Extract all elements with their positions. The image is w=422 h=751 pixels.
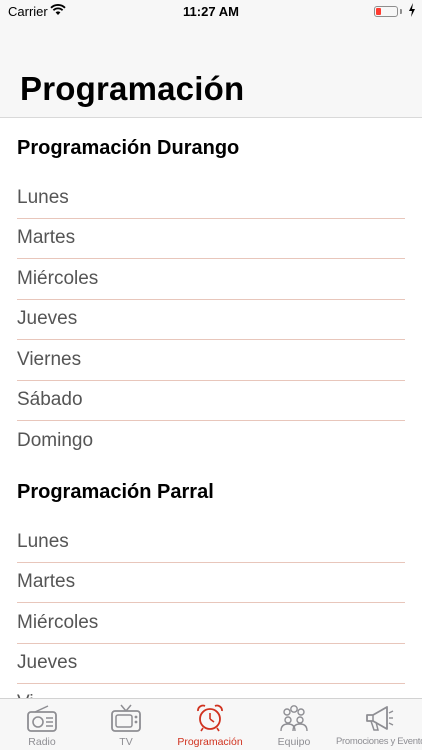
tab-tv[interactable]: TV — [84, 699, 168, 751]
list-item-durango-sabado[interactable]: Sábado — [0, 381, 422, 421]
list-item-label: Jueves — [17, 652, 78, 673]
megaphone-icon — [366, 706, 394, 731]
tab-equipo[interactable]: Equipo — [252, 699, 336, 751]
navigation-bar: Programación — [0, 24, 422, 118]
tab-label: Radio — [28, 736, 56, 748]
section-header-parral: Programación Parral — [17, 481, 214, 503]
list-item-label: Viernes — [17, 349, 82, 370]
alarm-clock-icon — [197, 704, 223, 732]
list-item-parral-jueves[interactable]: Jueves — [0, 644, 422, 684]
list-item-durango-domingo[interactable]: Domingo — [0, 422, 422, 462]
tab-label: Equipo — [277, 736, 311, 748]
list-item-parral-martes[interactable]: Martes — [0, 563, 422, 603]
status-bar: Carrier 11:27 AM — [0, 0, 422, 24]
tab-label: Programación — [177, 736, 243, 748]
tab-radio[interactable]: Radio — [0, 699, 84, 751]
list-item-parral-viernes[interactable]: Vi — [0, 684, 422, 698]
list-item-label: Sábado — [17, 389, 83, 410]
section-header-durango: Programación Durango — [17, 137, 240, 159]
list-item-label: Lunes — [17, 187, 69, 208]
clock-time: 11:27 AM — [183, 4, 239, 19]
charging-bolt-icon — [409, 3, 415, 17]
list-item-durango-miercoles[interactable]: Miércoles — [0, 260, 422, 300]
list-item-label: Lunes — [17, 531, 69, 552]
tab-bar: Radio TV Programación Equipo Promociones… — [0, 698, 422, 750]
tab-label: TV — [119, 736, 133, 748]
schedule-list[interactable]: Programación Durango Lunes Martes Miérco… — [0, 118, 422, 698]
team-icon — [280, 705, 308, 732]
tab-promociones-eventos[interactable]: Promociones y Eventos — [336, 699, 422, 751]
page-title: Programación — [20, 70, 245, 107]
list-item-label: Martes — [17, 571, 76, 592]
list-item-label: Martes — [17, 227, 76, 248]
list-item-label: Miércoles — [17, 612, 99, 633]
tab-label: Promociones y Eventos — [336, 736, 422, 747]
list-item-durango-martes[interactable]: Martes — [0, 219, 422, 259]
list-item-durango-viernes[interactable]: Viernes — [0, 341, 422, 381]
list-item-label: Jueves — [17, 308, 78, 329]
list-item-parral-lunes[interactable]: Lunes — [0, 523, 422, 563]
list-item-durango-jueves[interactable]: Jueves — [0, 300, 422, 340]
tv-icon — [111, 704, 141, 732]
list-item-label: Miércoles — [17, 268, 99, 289]
tab-programacion[interactable]: Programación — [168, 699, 252, 751]
list-item-parral-miercoles[interactable]: Miércoles — [0, 604, 422, 644]
list-item-durango-lunes[interactable]: Lunes — [0, 179, 422, 219]
radio-icon — [27, 705, 57, 732]
list-item-label: Domingo — [17, 430, 94, 451]
battery-icon — [374, 6, 398, 17]
